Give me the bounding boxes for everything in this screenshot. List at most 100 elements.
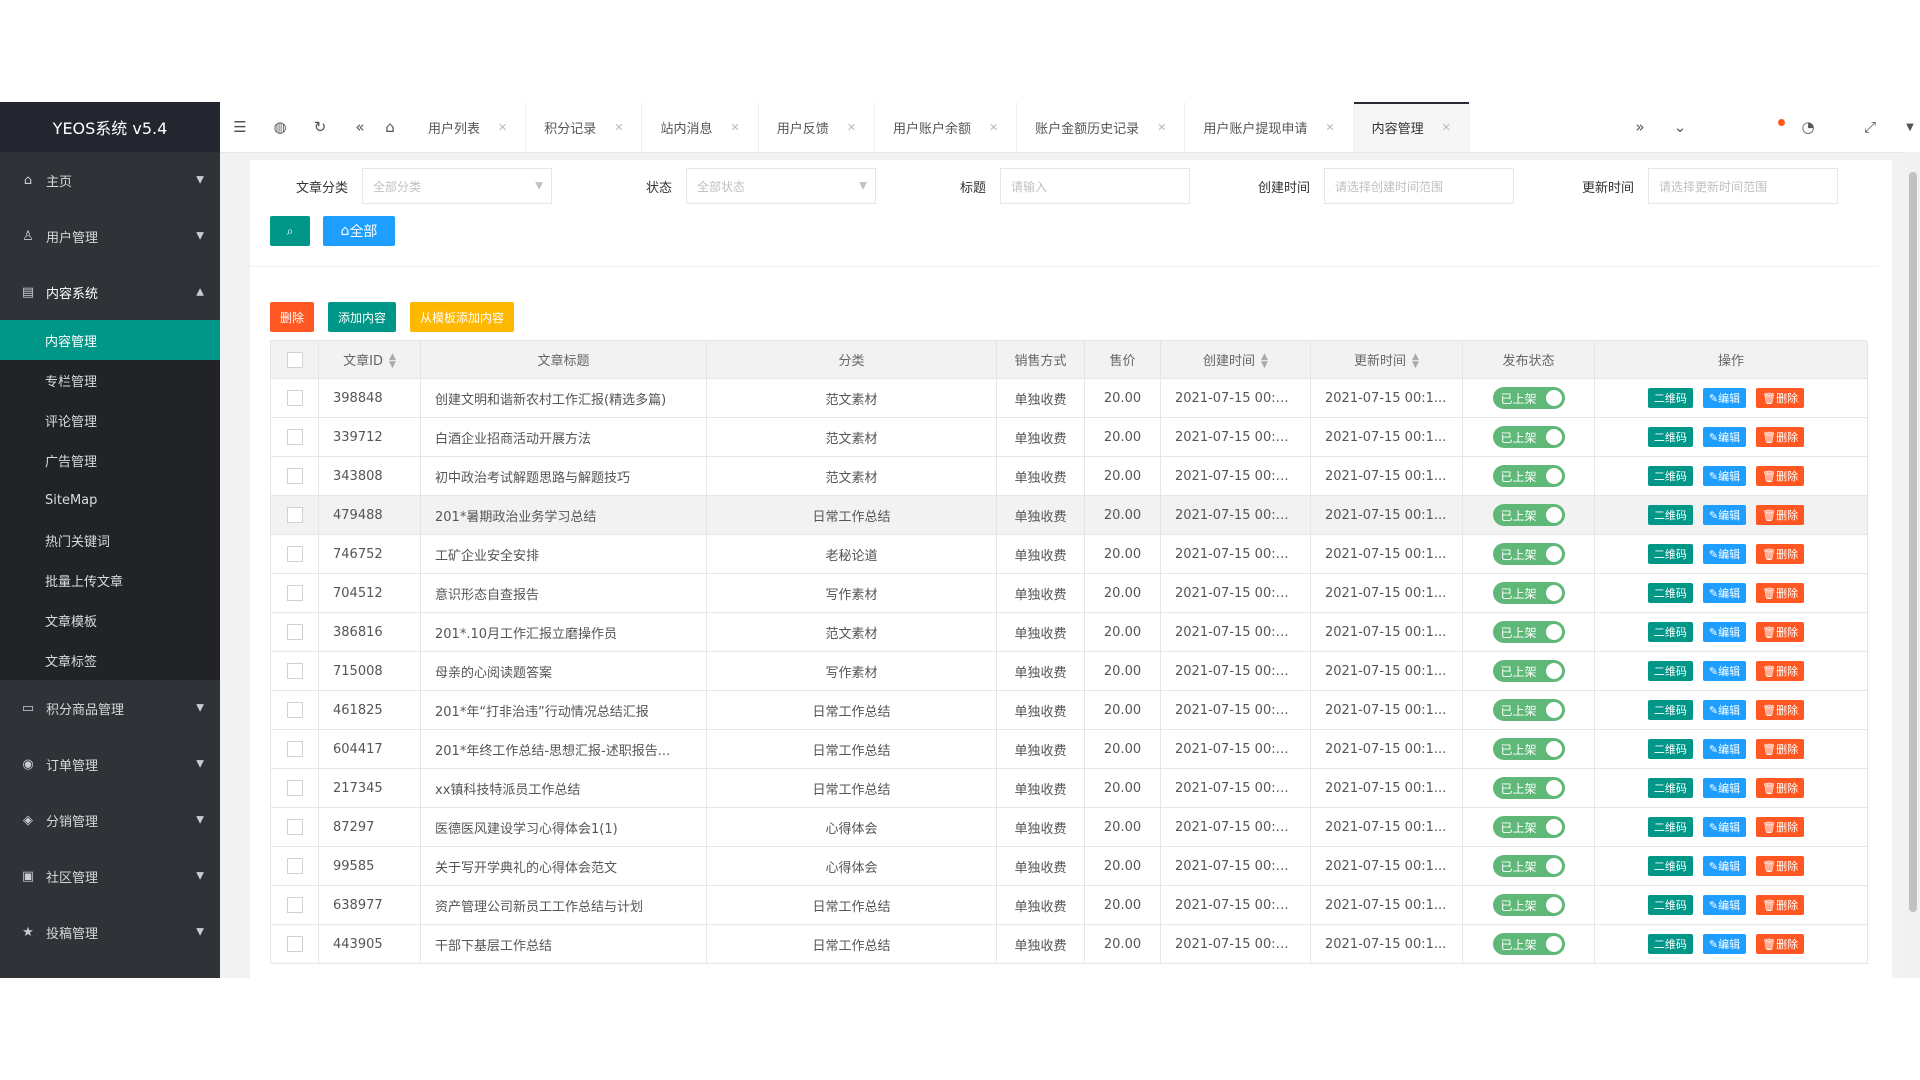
column-header-updated[interactable]: 更新时间 ▲ ▼	[1310, 341, 1463, 379]
publish-toggle[interactable]: 已上架	[1492, 855, 1565, 877]
delete-button[interactable]: 🗑 删除	[1756, 934, 1805, 954]
qr-code-button[interactable]: 二维码	[1647, 778, 1693, 798]
delete-button[interactable]: 🗑 删除	[1756, 544, 1805, 564]
created-time-range-input[interactable]: 请选择创建时间范围	[1324, 168, 1514, 204]
publish-toggle[interactable]: 已上架	[1492, 582, 1565, 604]
qr-code-button[interactable]: 二维码	[1647, 700, 1693, 720]
tab-withdraw-requests[interactable]: 用户账户提现申请 ✕	[1185, 102, 1354, 152]
edit-button[interactable]: ✎ 编辑	[1702, 622, 1747, 642]
delete-button[interactable]: 🗑 删除	[1756, 505, 1805, 525]
tabs-scroll-right-icon[interactable]: »	[1620, 102, 1660, 152]
publish-toggle[interactable]: 已上架	[1492, 777, 1565, 799]
nav-group-home[interactable]: ⌂ 主页 ▼	[0, 152, 220, 208]
edit-button[interactable]: ✎ 编辑	[1702, 661, 1747, 681]
sidebar-item-content-manage[interactable]: 内容管理	[0, 320, 220, 360]
publish-toggle[interactable]: 已上架	[1492, 660, 1565, 682]
edit-button[interactable]: ✎ 编辑	[1702, 739, 1747, 759]
qr-code-button[interactable]: 二维码	[1647, 895, 1693, 915]
sort-icon[interactable]: ▲ ▼	[389, 353, 396, 370]
title-input[interactable]: 请输入	[1000, 168, 1190, 204]
tab-balance-history[interactable]: 账户金额历史记录 ✕	[1017, 102, 1186, 152]
nav-group-users[interactable]: ♙ 用户管理 ▼	[0, 208, 220, 264]
row-checkbox[interactable]	[286, 546, 303, 562]
delete-button[interactable]: 🗑 删除	[1756, 856, 1805, 876]
delete-button[interactable]: 🗑 删除	[1756, 622, 1805, 642]
delete-button[interactable]: 🗑 删除	[1756, 388, 1805, 408]
qr-code-button[interactable]: 二维码	[1647, 583, 1693, 603]
edit-button[interactable]: ✎ 编辑	[1702, 583, 1747, 603]
column-header-created[interactable]: 创建时间 ▲ ▼	[1160, 341, 1311, 379]
row-checkbox[interactable]	[286, 663, 303, 679]
row-checkbox[interactable]	[286, 390, 303, 406]
qr-code-button[interactable]: 二维码	[1647, 505, 1693, 525]
row-checkbox[interactable]	[286, 936, 303, 952]
nav-group-orders[interactable]: ◉ 订单管理 ▼	[0, 736, 220, 792]
publish-toggle[interactable]: 已上架	[1492, 465, 1565, 487]
delete-button[interactable]: 🗑 删除	[1756, 466, 1805, 486]
scrollbar-thumb[interactable]	[1909, 172, 1917, 912]
column-header-id[interactable]: 文章ID ▲ ▼	[318, 341, 421, 379]
qr-code-button[interactable]: 二维码	[1647, 817, 1693, 837]
row-checkbox[interactable]	[286, 468, 303, 484]
edit-button[interactable]: ✎ 编辑	[1702, 778, 1747, 798]
edit-button[interactable]: ✎ 编辑	[1702, 856, 1747, 876]
close-icon[interactable]: ✕	[989, 121, 998, 134]
row-checkbox[interactable]	[286, 897, 303, 913]
tab-site-messages[interactable]: 站内消息 ✕	[642, 102, 759, 152]
edit-button[interactable]: ✎ 编辑	[1702, 934, 1747, 954]
delete-button[interactable]: 🗑 删除	[1756, 739, 1805, 759]
add-content-button[interactable]: 添加内容	[328, 302, 396, 332]
tab-user-feedback[interactable]: 用户反馈 ✕	[759, 102, 875, 152]
qr-code-button[interactable]: 二维码	[1647, 427, 1693, 447]
qr-code-button[interactable]: 二维码	[1647, 739, 1693, 759]
edit-button[interactable]: ✎ 编辑	[1702, 505, 1747, 525]
edit-button[interactable]: ✎ 编辑	[1702, 388, 1747, 408]
edit-button[interactable]: ✎ 编辑	[1702, 700, 1747, 720]
close-icon[interactable]: ✕	[614, 121, 623, 134]
search-button[interactable]: ⌕	[270, 216, 310, 246]
row-checkbox[interactable]	[286, 702, 303, 718]
delete-button[interactable]: 🗑 删除	[1756, 817, 1805, 837]
publish-toggle[interactable]: 已上架	[1492, 933, 1565, 955]
publish-toggle[interactable]: 已上架	[1492, 426, 1565, 448]
nav-group-submission[interactable]: ★ 投稿管理 ▼	[0, 904, 220, 960]
tab-user-list[interactable]: 用户列表 ✕	[410, 102, 527, 152]
nav-group-distribution[interactable]: ◈ 分销管理 ▼	[0, 792, 220, 848]
qr-code-button[interactable]: 二维码	[1647, 544, 1693, 564]
sidebar-item-column-manage[interactable]: 专栏管理	[0, 360, 220, 400]
qr-code-button[interactable]: 二维码	[1647, 466, 1693, 486]
publish-toggle[interactable]: 已上架	[1492, 504, 1565, 526]
select-all-checkbox[interactable]	[286, 351, 303, 368]
more-caret-icon[interactable]: ▼	[1900, 102, 1920, 152]
status-select[interactable]: 全部状态 ▼	[686, 168, 876, 204]
category-select[interactable]: 全部分类 ▼	[362, 168, 552, 204]
tab-account-balance[interactable]: 用户账户余额 ✕	[875, 102, 1018, 152]
delete-button[interactable]: 🗑 删除	[1756, 583, 1805, 603]
refresh-icon[interactable]: ↻	[300, 102, 340, 152]
qr-code-button[interactable]: 二维码	[1647, 934, 1693, 954]
nav-group-content[interactable]: ▤ 内容系统 ▲	[0, 264, 220, 320]
publish-toggle[interactable]: 已上架	[1492, 699, 1565, 721]
scrollbar[interactable]	[1906, 152, 1920, 978]
close-icon[interactable]: ✕	[847, 121, 856, 134]
close-icon[interactable]: ✕	[1325, 121, 1334, 134]
delete-button[interactable]: 🗑 删除	[1756, 700, 1805, 720]
menu-toggle-icon[interactable]: ☰	[220, 102, 260, 152]
sidebar-item-hot-keywords[interactable]: 热门关键词	[0, 520, 220, 560]
qr-code-button[interactable]: 二维码	[1647, 856, 1693, 876]
delete-button[interactable]: 🗑 删除	[1756, 661, 1805, 681]
delete-button[interactable]: 🗑 删除	[1756, 778, 1805, 798]
globe-icon[interactable]: ◍	[260, 102, 300, 152]
delete-button[interactable]: 🗑 删除	[1756, 895, 1805, 915]
edit-button[interactable]: ✎ 编辑	[1702, 466, 1747, 486]
sort-icon[interactable]: ▲ ▼	[1412, 353, 1419, 370]
publish-toggle[interactable]: 已上架	[1492, 894, 1565, 916]
row-checkbox[interactable]	[286, 585, 303, 601]
row-checkbox[interactable]	[286, 741, 303, 757]
add-from-template-button[interactable]: 从模板添加内容	[410, 302, 514, 332]
sidebar-item-article-template[interactable]: 文章模板	[0, 600, 220, 640]
sidebar-item-ad-manage[interactable]: 广告管理	[0, 440, 220, 480]
theme-icon[interactable]: ◔	[1788, 102, 1828, 152]
row-checkbox[interactable]	[286, 624, 303, 640]
close-icon[interactable]: ✕	[1157, 121, 1166, 134]
